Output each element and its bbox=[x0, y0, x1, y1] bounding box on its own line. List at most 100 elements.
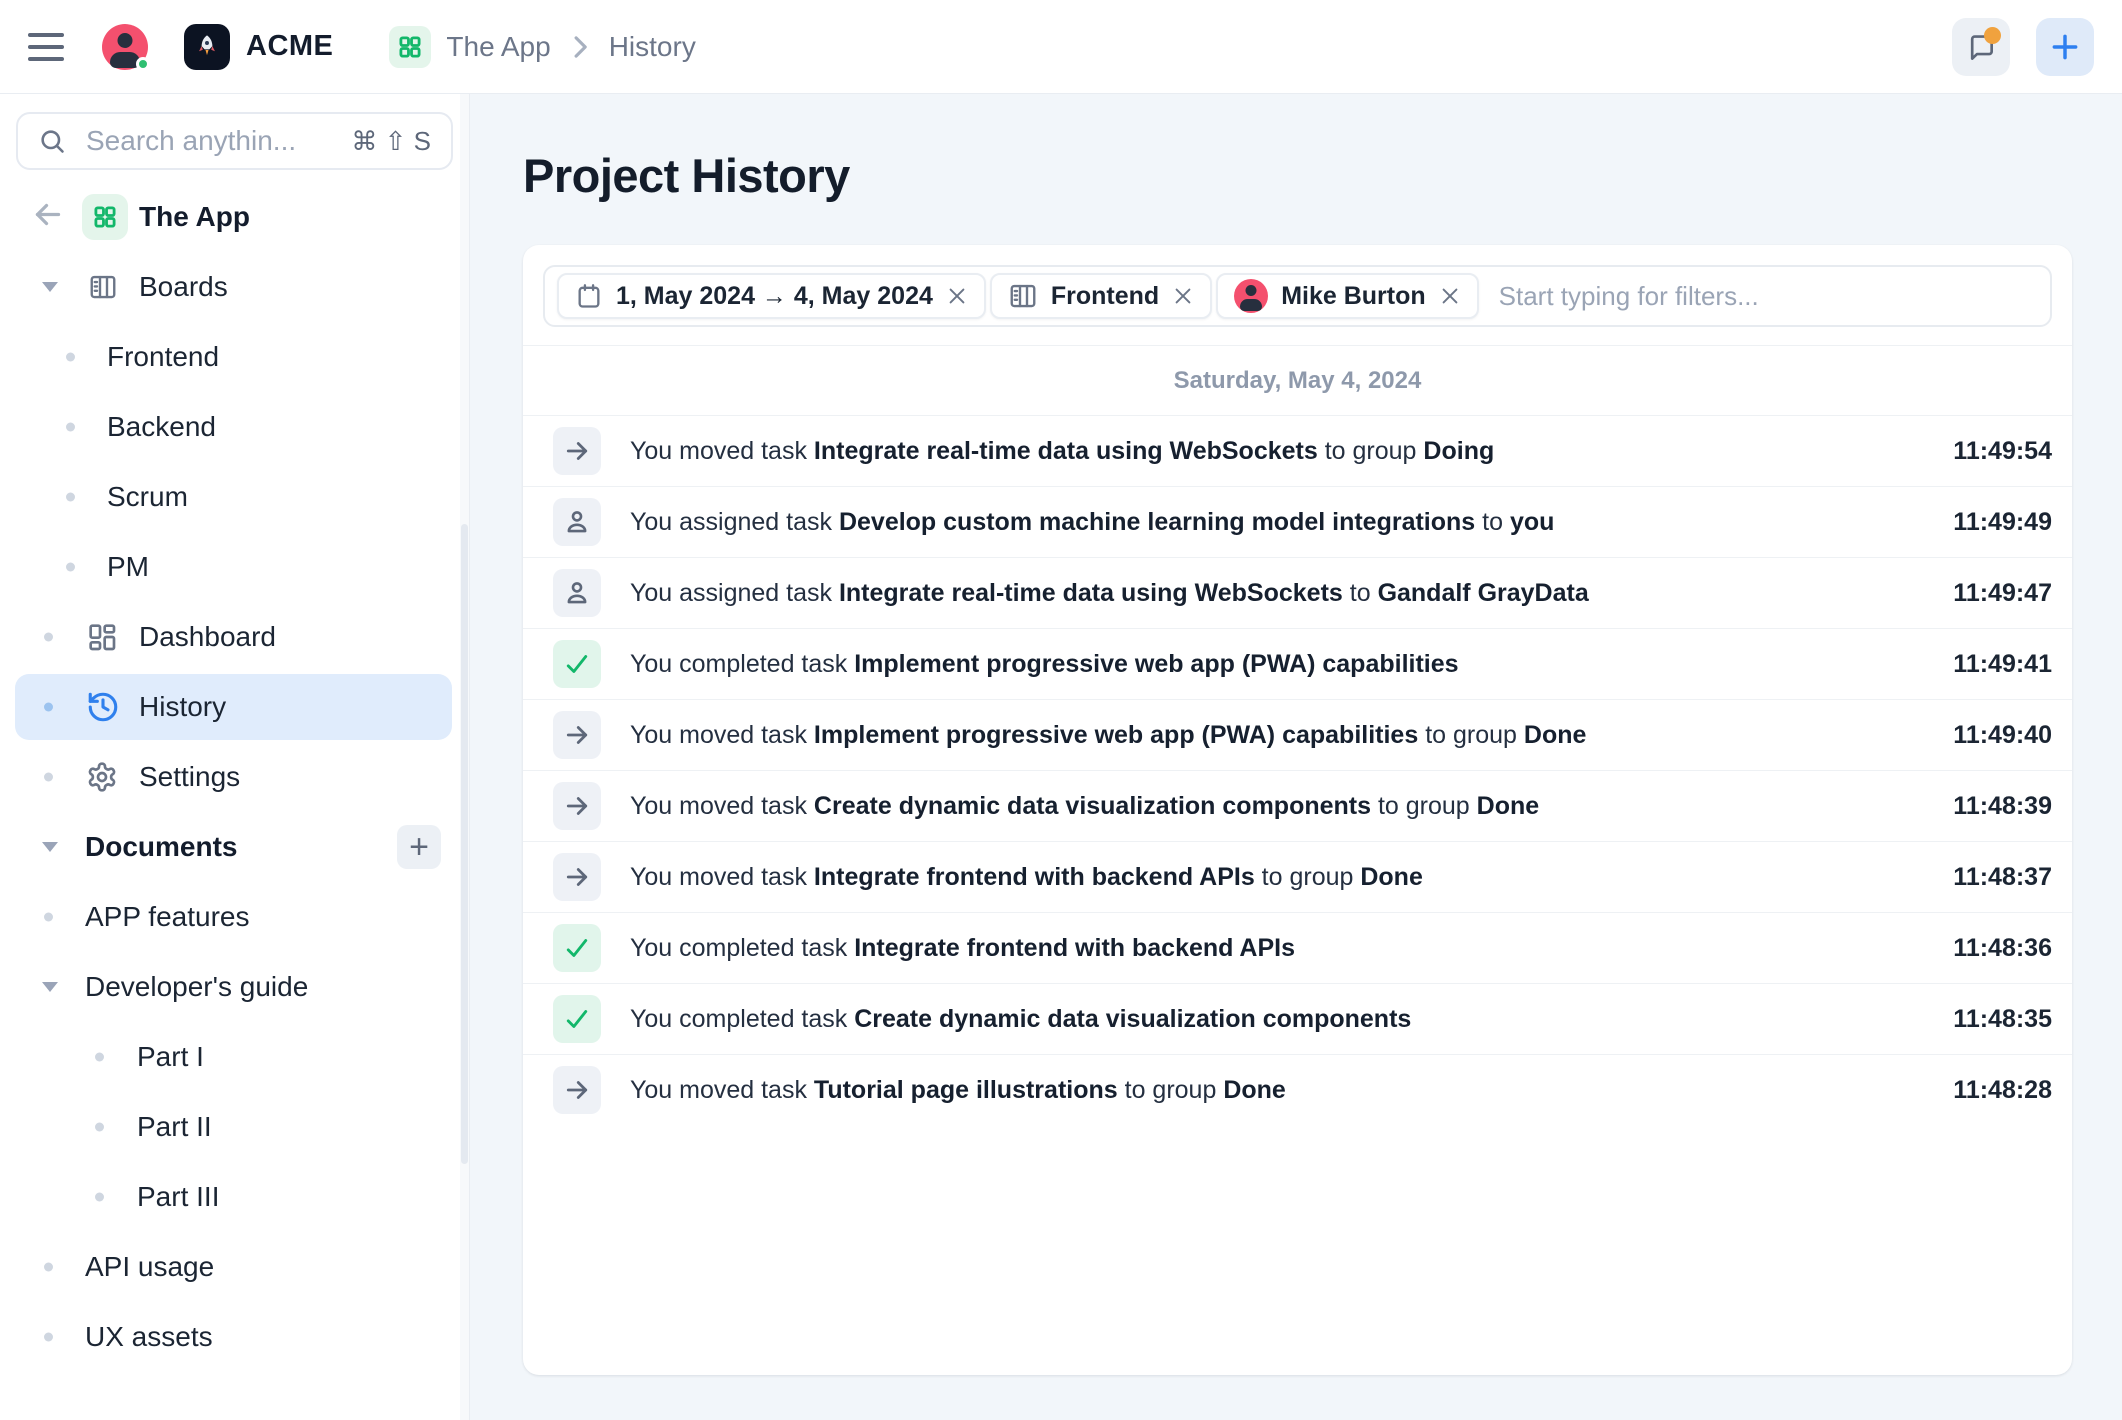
sidebar-item-label: Part II bbox=[137, 1111, 212, 1143]
history-row-time: 11:48:39 bbox=[1953, 792, 2052, 821]
sidebar-item-boards[interactable]: Boards bbox=[0, 252, 469, 322]
filter-input-placeholder[interactable]: Start typing for filters... bbox=[1499, 281, 1759, 312]
sidebar-item-part-iii[interactable]: Part III bbox=[0, 1162, 469, 1232]
sidebar-item-label: Documents bbox=[85, 831, 237, 863]
sidebar-item-label: History bbox=[139, 691, 226, 723]
hamburger-menu-icon[interactable] bbox=[28, 33, 64, 61]
arrow-right-icon bbox=[553, 711, 601, 759]
history-row-time: 11:49:47 bbox=[1953, 579, 2052, 608]
sidebar-item-label: Scrum bbox=[107, 481, 188, 513]
user-avatar[interactable] bbox=[102, 24, 148, 70]
remove-filter-icon[interactable] bbox=[1439, 285, 1461, 307]
chat-button[interactable] bbox=[1952, 18, 2010, 76]
breadcrumb-page: History bbox=[609, 31, 696, 63]
add-document-button[interactable]: + bbox=[397, 825, 441, 869]
sidebar-item-developer-s-guide[interactable]: Developer's guide bbox=[0, 952, 469, 1022]
history-row[interactable]: You moved task Integrate frontend with b… bbox=[523, 841, 2072, 912]
history-row-time: 11:49:54 bbox=[1953, 437, 2052, 466]
board-icon bbox=[88, 272, 118, 302]
notification-dot bbox=[1984, 27, 2001, 44]
check-icon bbox=[553, 995, 601, 1043]
filter-chip-label: 1, May 2024 → 4, May 2024 bbox=[616, 282, 933, 311]
sidebar-item-label: Part III bbox=[137, 1181, 219, 1213]
arrow-right-icon bbox=[553, 1066, 601, 1114]
history-row[interactable]: You moved task Implement progressive web… bbox=[523, 699, 2072, 770]
history-row-text: You moved task Integrate frontend with b… bbox=[630, 863, 1933, 892]
remove-filter-icon[interactable] bbox=[1172, 285, 1194, 307]
app-grid-icon bbox=[82, 194, 128, 240]
sidebar-scrollbar[interactable] bbox=[460, 94, 469, 1420]
history-row-time: 11:48:37 bbox=[1953, 863, 2052, 892]
sidebar-item-settings[interactable]: Settings bbox=[0, 742, 469, 812]
history-row-text: You completed task Integrate frontend wi… bbox=[630, 934, 1933, 963]
sidebar-item-label: Developer's guide bbox=[85, 971, 308, 1003]
history-icon bbox=[86, 690, 120, 724]
bullet-icon bbox=[44, 913, 53, 922]
check-icon bbox=[553, 924, 601, 972]
history-row[interactable]: You assigned task Develop custom machine… bbox=[523, 486, 2072, 557]
sidebar-item-the-app[interactable]: The App bbox=[0, 182, 469, 252]
sidebar-item-app-features[interactable]: APP features bbox=[0, 882, 469, 952]
sidebar-item-pm[interactable]: PM bbox=[0, 532, 469, 602]
filter-chip-1-may-2024-4-may-2024[interactable]: 1, May 2024 → 4, May 2024 bbox=[557, 273, 986, 319]
search-input[interactable]: Search anythin... ⌘ ⇧ S bbox=[16, 112, 453, 170]
filter-bar[interactable]: 1, May 2024 → 4, May 2024 FrontendMike Bu… bbox=[543, 265, 2052, 327]
search-shortcut: ⌘ ⇧ S bbox=[351, 126, 431, 157]
sidebar-item-ux-assets[interactable]: UX assets bbox=[0, 1302, 469, 1372]
check-icon bbox=[553, 640, 601, 688]
sidebar-item-dashboard[interactable]: Dashboard bbox=[0, 602, 469, 672]
org-logo[interactable] bbox=[184, 24, 230, 70]
sidebar-item-part-i[interactable]: Part I bbox=[0, 1022, 469, 1092]
bullet-icon bbox=[95, 1193, 104, 1202]
collapse-triangle-icon[interactable] bbox=[42, 282, 58, 292]
sidebar-item-label: Backend bbox=[107, 411, 216, 443]
bullet-icon bbox=[66, 353, 75, 362]
history-row[interactable]: You moved task Create dynamic data visua… bbox=[523, 770, 2072, 841]
calendar-icon bbox=[575, 282, 603, 310]
page-title: Project History bbox=[523, 148, 2072, 203]
sidebar-item-frontend[interactable]: Frontend bbox=[0, 322, 469, 392]
history-row-text: You moved task Tutorial page illustratio… bbox=[630, 1076, 1933, 1105]
breadcrumb-app[interactable]: The App bbox=[446, 31, 550, 63]
history-row-text: You moved task Implement progressive web… bbox=[630, 721, 1933, 750]
filter-chip-frontend[interactable]: Frontend bbox=[990, 273, 1212, 319]
sidebar-item-part-ii[interactable]: Part II bbox=[0, 1092, 469, 1162]
history-row[interactable]: You assigned task Integrate real-time da… bbox=[523, 557, 2072, 628]
sidebar-item-label: Settings bbox=[139, 761, 240, 793]
create-new-button[interactable] bbox=[2036, 18, 2094, 76]
sidebar-item-label: APP features bbox=[85, 901, 249, 933]
history-row[interactable]: You completed task Create dynamic data v… bbox=[523, 983, 2072, 1054]
history-row-text: You completed task Create dynamic data v… bbox=[630, 1005, 1933, 1034]
collapse-triangle-icon[interactable] bbox=[42, 982, 58, 992]
sidebar-item-api-usage[interactable]: API usage bbox=[0, 1232, 469, 1302]
remove-filter-icon[interactable] bbox=[946, 285, 968, 307]
sidebar-item-label: Frontend bbox=[107, 341, 219, 373]
sidebar-item-scrum[interactable]: Scrum bbox=[0, 462, 469, 532]
sidebar-item-label: Dashboard bbox=[139, 621, 276, 653]
app-screen: ACME The App History bbox=[0, 0, 2122, 1420]
history-row[interactable]: You completed task Integrate frontend wi… bbox=[523, 912, 2072, 983]
board-icon bbox=[1008, 281, 1038, 311]
collapse-triangle-icon[interactable] bbox=[42, 842, 58, 852]
arrow-right-icon bbox=[553, 782, 601, 830]
sidebar-item-label: UX assets bbox=[85, 1321, 213, 1353]
history-row-text: You assigned task Integrate real-time da… bbox=[630, 579, 1933, 608]
sidebar-item-history[interactable]: History bbox=[0, 672, 469, 742]
sidebar-item-backend[interactable]: Backend bbox=[0, 392, 469, 462]
arrow-right-icon bbox=[553, 427, 601, 475]
history-row[interactable]: You moved task Tutorial page illustratio… bbox=[523, 1054, 2072, 1125]
sidebar-nav: The AppBoards Frontend Backend Scrum PM Dashb… bbox=[0, 182, 469, 1372]
top-header: ACME The App History bbox=[0, 0, 2122, 94]
arrow-right-icon bbox=[553, 853, 601, 901]
bullet-icon bbox=[44, 1333, 53, 1342]
history-row-text: You moved task Integrate real-time data … bbox=[630, 437, 1933, 466]
history-row-time: 11:49:41 bbox=[1953, 650, 2052, 679]
history-row[interactable]: You completed task Implement progressive… bbox=[523, 628, 2072, 699]
back-arrow-icon[interactable] bbox=[30, 197, 66, 238]
bullet-icon bbox=[44, 1263, 53, 1272]
history-row[interactable]: You moved task Integrate real-time data … bbox=[523, 415, 2072, 486]
history-row-time: 11:49:49 bbox=[1953, 508, 2052, 537]
sidebar: Search anythin... ⌘ ⇧ S The AppBoards Fro… bbox=[0, 94, 470, 1420]
sidebar-item-documents[interactable]: Documents + bbox=[0, 812, 469, 882]
filter-chip-mike-burton[interactable]: Mike Burton bbox=[1216, 273, 1478, 319]
